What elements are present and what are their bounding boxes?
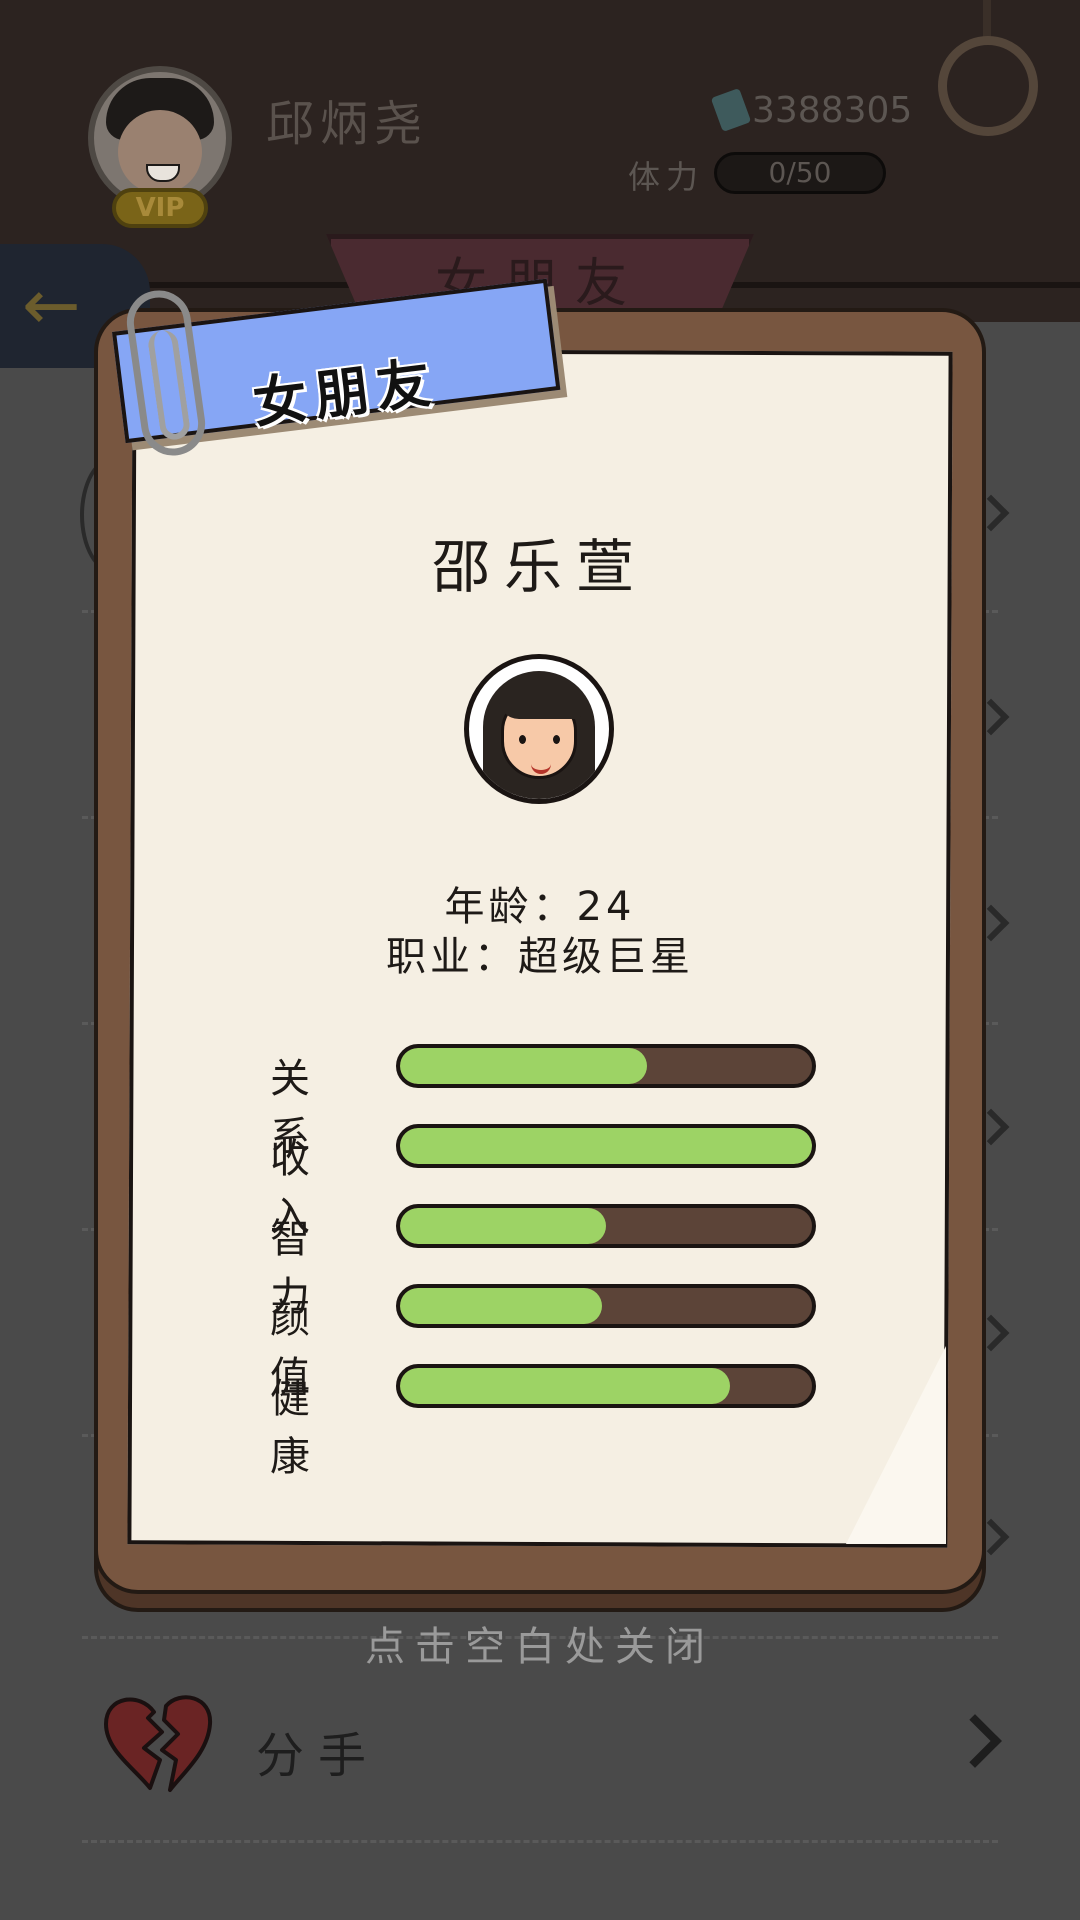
gf-fringe bbox=[499, 679, 581, 719]
ring-icon[interactable] bbox=[938, 36, 1038, 136]
player-name: 邱炳尧 bbox=[266, 96, 429, 152]
girlfriend-avatar bbox=[464, 654, 614, 804]
girlfriend-name: 邵乐萱 bbox=[431, 533, 648, 601]
broken-heart-icon[interactable] bbox=[100, 1690, 216, 1794]
close-hint: 点击空白处关闭 bbox=[365, 1624, 715, 1670]
stat-bar bbox=[396, 1204, 816, 1248]
stat-bar bbox=[396, 1364, 816, 1408]
ring-string bbox=[983, 0, 991, 38]
breakup-label[interactable]: 分手 bbox=[256, 1716, 380, 1786]
stat-bar bbox=[396, 1284, 816, 1328]
stat-bar-fill bbox=[400, 1048, 648, 1084]
arrow-left-icon[interactable]: ← bbox=[22, 270, 81, 340]
stamina-bar: 0/50 bbox=[714, 152, 886, 194]
vip-badge: VIP bbox=[112, 188, 208, 228]
list-divider bbox=[82, 1840, 998, 1843]
gf-eye-left bbox=[519, 735, 526, 744]
stat-label: 健康 bbox=[270, 1376, 324, 1480]
stamina-label: 体力 bbox=[628, 158, 705, 196]
stat-bar-fill bbox=[400, 1368, 730, 1404]
stat-bar-fill bbox=[400, 1208, 606, 1244]
job-line: 职业：超级巨星 bbox=[386, 934, 694, 980]
stat-bar bbox=[396, 1044, 816, 1088]
stat-bar-fill bbox=[400, 1288, 602, 1324]
stat-bar bbox=[396, 1124, 816, 1168]
stat-bar-fill bbox=[400, 1128, 812, 1164]
gf-eye-right bbox=[553, 735, 560, 744]
chevron-right-icon[interactable] bbox=[948, 1714, 1002, 1768]
money-amount: 3388305 bbox=[752, 90, 913, 131]
